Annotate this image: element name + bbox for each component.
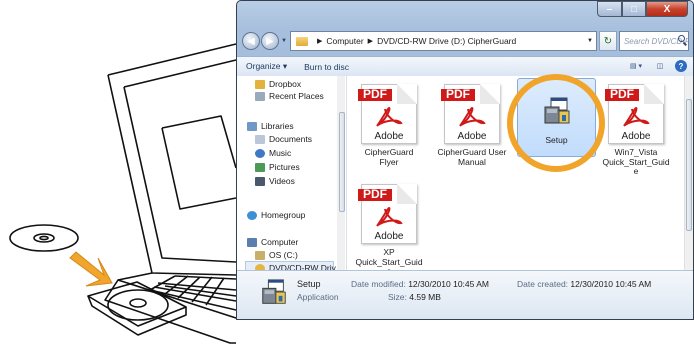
pdf-file-icon: PDF Adobe bbox=[605, 84, 664, 144]
history-dropdown-icon[interactable]: ▼ bbox=[281, 38, 287, 44]
forward-button[interactable]: ▶ bbox=[261, 32, 279, 50]
pdf-file-icon: PDF Adobe bbox=[358, 184, 417, 244]
details-file-name: Setup bbox=[297, 279, 321, 289]
file-list-scrollbar[interactable] bbox=[684, 76, 693, 270]
insert-disc-arrow-icon bbox=[69, 251, 113, 287]
recent-places-icon bbox=[255, 91, 265, 101]
sidebar-item-recent-places[interactable]: Recent Places bbox=[255, 91, 324, 101]
details-file-type: Application bbox=[297, 292, 339, 302]
file-list-scroll-thumb[interactable] bbox=[686, 99, 692, 231]
breadcrumb-separator-icon: ▶ bbox=[367, 38, 374, 45]
preview-pane-icon[interactable]: ◫ bbox=[651, 60, 669, 72]
sidebar-item-videos[interactable]: Videos bbox=[255, 176, 295, 186]
sidebar-item-computer[interactable]: Computer bbox=[247, 237, 298, 247]
dropbox-icon bbox=[255, 79, 265, 89]
sidebar-item-homegroup[interactable]: Homegroup bbox=[247, 210, 305, 220]
file-name: e bbox=[633, 166, 639, 176]
search-icon[interactable] bbox=[678, 35, 685, 42]
refresh-button[interactable]: ↻ bbox=[598, 31, 617, 51]
pdf-file-icon: PDF Adobe bbox=[358, 84, 417, 144]
explorer-window[interactable]: – □ X ◀ ▶ ▼ ▶ Computer ▶ DVD/CD-RW Drive… bbox=[236, 0, 694, 320]
navigation-pane: Dropbox Recent Places Libraries Document… bbox=[237, 76, 347, 274]
file-name: Manual bbox=[458, 156, 486, 167]
maximize-button[interactable]: □ bbox=[622, 1, 646, 17]
setup-installer-icon bbox=[541, 97, 573, 127]
music-icon bbox=[255, 148, 265, 158]
navigation-bar: ◀ ▶ ▼ ▶ Computer ▶ DVD/CD-RW Drive (D:) … bbox=[242, 29, 689, 53]
computer-icon bbox=[247, 237, 257, 247]
breadcrumb-separator-icon: ▶ bbox=[316, 38, 323, 45]
file-tile[interactable]: PDF Adobe XP Quick_Start_Guid e bbox=[350, 184, 428, 277]
documents-icon bbox=[255, 134, 265, 144]
organize-button[interactable]: Organize ▾ bbox=[246, 61, 287, 72]
file-name: Flyer bbox=[379, 156, 399, 167]
file-name: Setup bbox=[545, 135, 568, 145]
burn-to-disc-button[interactable]: Burn to disc bbox=[304, 62, 349, 72]
sidebar-item-dropbox[interactable]: Dropbox bbox=[255, 79, 301, 89]
caption-buttons: – □ X bbox=[597, 1, 688, 17]
address-dropdown-icon[interactable]: ▼ bbox=[587, 38, 593, 44]
command-bar: Organize ▾ Burn to disc ▤ ▾ ◫ ? bbox=[237, 56, 693, 77]
folder-icon bbox=[295, 36, 308, 46]
close-button[interactable]: X bbox=[646, 1, 688, 17]
file-list: PDF Adobe CipherGuard Flyer PDF Adobe Ci… bbox=[347, 76, 685, 276]
address-bar[interactable]: ▶ Computer ▶ DVD/CD-RW Drive (D:) Cipher… bbox=[289, 31, 597, 51]
setup-file-tile[interactable]: Setup bbox=[517, 78, 596, 157]
details-date-modified: Date modified: 12/30/2010 10:45 AM bbox=[351, 279, 490, 289]
details-date-created: Date created: 12/30/2010 10:45 AM bbox=[517, 279, 652, 289]
details-pane: Setup Application Date modified: 12/30/2… bbox=[237, 270, 693, 319]
setup-details-icon bbox=[259, 277, 289, 311]
file-tile[interactable]: PDF Adobe CipherGuard User Manual bbox=[433, 84, 511, 167]
sidebar-item-libraries[interactable]: Libraries bbox=[247, 121, 294, 131]
back-button[interactable]: ◀ bbox=[242, 32, 260, 50]
minimize-button[interactable]: – bbox=[597, 1, 622, 17]
file-tile[interactable]: PDF Adobe Win7_Vista Quick_Start_Guid e bbox=[597, 84, 675, 177]
breadcrumb-computer[interactable]: Computer bbox=[326, 36, 363, 46]
search-input[interactable]: Search DVD/CD-RW Dr... bbox=[618, 31, 689, 51]
drive-c-icon bbox=[255, 250, 265, 260]
sidebar-scroll-thumb[interactable] bbox=[339, 112, 345, 212]
videos-icon bbox=[255, 176, 265, 186]
breadcrumb-drive[interactable]: DVD/CD-RW Drive (D:) CipherGuard bbox=[377, 36, 516, 46]
libraries-icon bbox=[247, 121, 257, 131]
change-view-icon[interactable]: ▤ ▾ bbox=[627, 60, 645, 72]
details-size: Size: 4.59 MB bbox=[388, 292, 441, 302]
file-tile[interactable]: PDF Adobe CipherGuard Flyer bbox=[350, 84, 428, 167]
pdf-file-icon: PDF Adobe bbox=[441, 84, 500, 144]
sidebar-item-os-c[interactable]: OS (C:) bbox=[255, 250, 298, 260]
pictures-icon bbox=[255, 162, 265, 172]
sidebar-item-documents[interactable]: Documents bbox=[255, 134, 312, 144]
help-icon[interactable]: ? bbox=[675, 60, 687, 72]
sidebar-item-pictures[interactable]: Pictures bbox=[255, 162, 300, 172]
homegroup-icon bbox=[247, 210, 257, 220]
sidebar-item-music[interactable]: Music bbox=[255, 148, 291, 158]
